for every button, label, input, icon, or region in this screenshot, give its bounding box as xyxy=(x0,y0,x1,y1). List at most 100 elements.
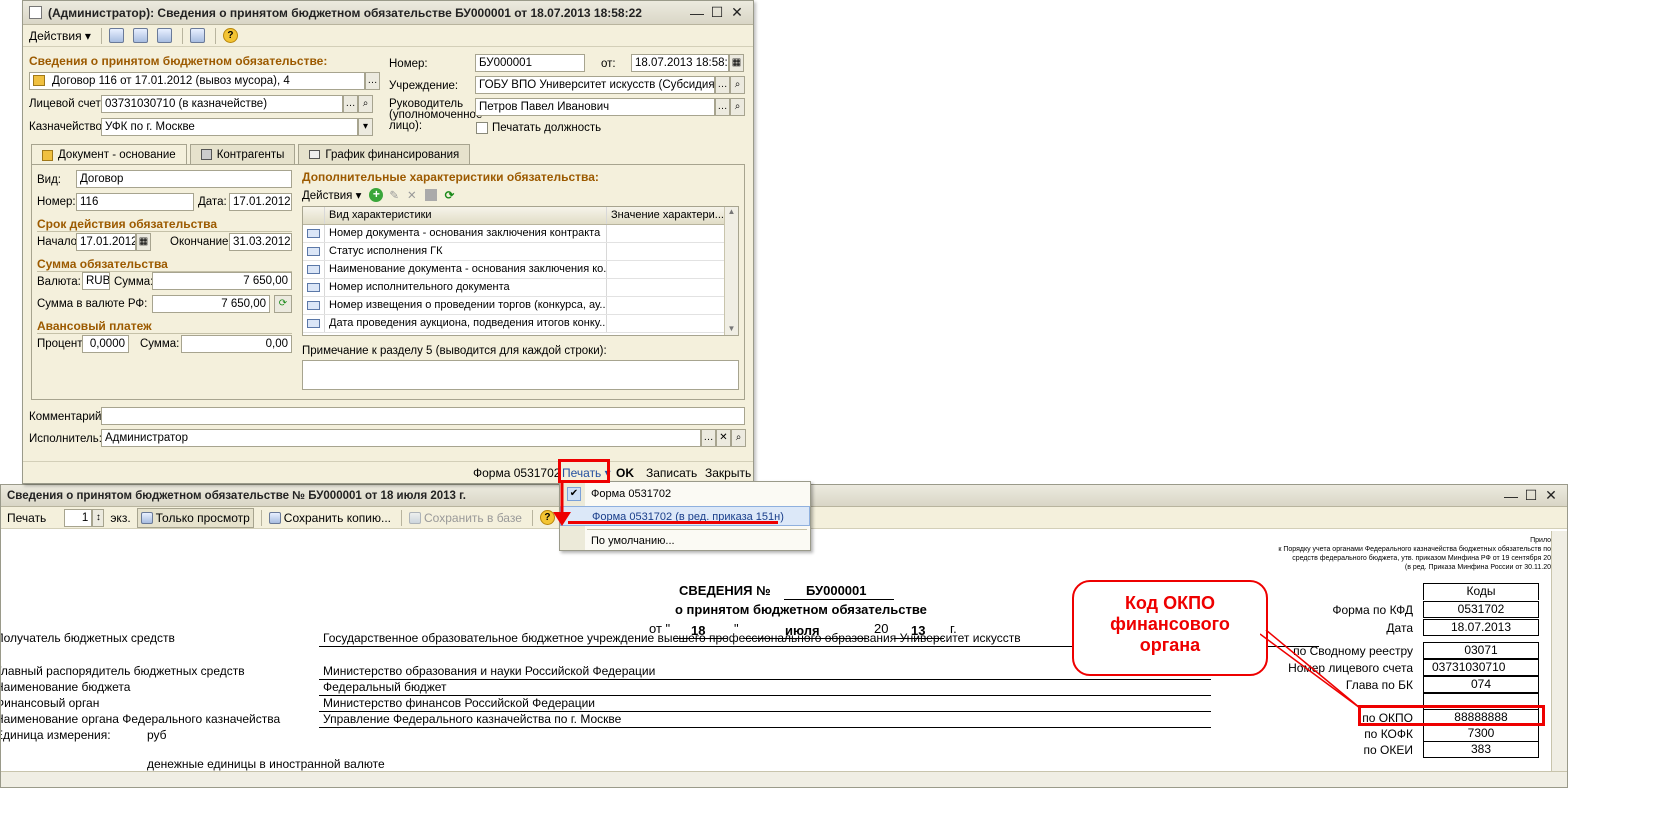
column-header-kind[interactable]: Вид характеристики xyxy=(325,207,607,224)
institution-select-button[interactable]: … xyxy=(715,76,730,94)
characteristic-icon xyxy=(307,301,320,310)
extra-actions-menu[interactable]: Действия ▾ xyxy=(302,188,361,202)
calendar-icon[interactable]: ▦ xyxy=(729,54,744,72)
row-value[interactable] xyxy=(607,304,738,308)
code-value: 074 xyxy=(1423,676,1539,693)
row-kind: Статус исполнения ГК xyxy=(325,243,607,260)
row-value[interactable] xyxy=(607,322,738,326)
head-select-button[interactable]: … xyxy=(715,98,730,116)
minimize-icon[interactable]: — xyxy=(1501,488,1521,504)
column-header-value[interactable]: Значение характери... xyxy=(607,207,738,224)
save-button[interactable]: Записать xyxy=(646,466,697,480)
save-icon[interactable] xyxy=(424,189,437,201)
edit-icon[interactable]: ✎ xyxy=(389,188,399,202)
currency-field[interactable]: RUB xyxy=(82,272,110,290)
minimize-icon[interactable]: — xyxy=(687,5,707,21)
form-title: (Администратор): Сведения о принятом бюд… xyxy=(48,5,642,20)
menu-item-form-0531702[interactable]: ✔ Форма 0531702 xyxy=(560,484,810,504)
maximize-icon[interactable]: ☐ xyxy=(1521,487,1541,504)
section-title: Сведения о принятом бюджетном обязательс… xyxy=(29,54,328,68)
table-icon xyxy=(309,150,321,159)
account-label: Лицевой счет: xyxy=(29,98,104,110)
advance-sum-field[interactable]: 0,00 xyxy=(181,335,292,353)
tab-document-basis[interactable]: Документ - основание xyxy=(31,144,187,165)
delete-icon[interactable]: ✕ xyxy=(407,188,417,202)
table-row[interactable]: Статус исполнения ГК xyxy=(303,243,738,261)
contract-select-button[interactable]: … xyxy=(365,72,380,90)
start-date-field[interactable]: 17.01.2012 xyxy=(76,233,136,251)
head-field[interactable]: Петров Павел Иванович xyxy=(475,98,715,116)
executor-select-button[interactable]: … xyxy=(701,429,716,447)
add-icon[interactable]: + xyxy=(369,188,384,202)
doc-row-value: Министерство финансов Российской Федерац… xyxy=(323,696,595,710)
post-icon[interactable] xyxy=(106,26,127,46)
institution-field[interactable]: ГОБУ ВПО Университет искусств (Субсидия) xyxy=(475,76,715,94)
end-date-field[interactable]: 31.03.2012 xyxy=(229,233,292,251)
row-value[interactable] xyxy=(607,232,738,236)
table-row[interactable]: Номер извещения о проведении торгов (кон… xyxy=(303,297,738,315)
term-section-title: Срок действия обязательства xyxy=(37,217,218,231)
account-field[interactable]: 03731030710 (в казначействе) xyxy=(101,95,343,113)
close-icon[interactable]: ✕ xyxy=(727,4,747,21)
executor-clear-icon[interactable]: ✕ xyxy=(716,429,731,447)
account-search-icon[interactable]: ⌕ xyxy=(358,95,373,113)
table-row[interactable]: Номер документа - основания заключения к… xyxy=(303,225,738,243)
form-title-bar: (Администратор): Сведения о принятом бюд… xyxy=(23,1,753,25)
executor-field[interactable]: Администратор xyxy=(101,429,701,447)
scroll-up-icon[interactable]: ▲ xyxy=(725,207,738,216)
characteristic-icon xyxy=(307,265,320,274)
note-field[interactable] xyxy=(302,360,739,390)
date-field[interactable]: 18.07.2013 18:58:22 xyxy=(631,54,729,72)
advance-section-title: Авансовый платеж xyxy=(37,319,152,333)
structure-icon[interactable] xyxy=(187,26,208,46)
treasury-field[interactable]: УФК по г. Москве xyxy=(101,118,358,136)
close-icon[interactable]: ✕ xyxy=(1541,487,1561,504)
chevron-down-icon[interactable]: ▾ xyxy=(358,118,373,136)
save-copy-button[interactable]: Сохранить копию... xyxy=(266,508,394,528)
comment-field[interactable] xyxy=(101,407,745,425)
table-scrollbar[interactable]: ▲ ▼ xyxy=(724,207,738,335)
doc-number-field[interactable]: 116 xyxy=(76,193,194,211)
row-value[interactable] xyxy=(607,268,738,272)
actions-menu-button[interactable]: Действия ▾ xyxy=(26,26,94,46)
executor-search-icon[interactable]: ⌕ xyxy=(731,429,746,447)
close-button[interactable]: Закрыть xyxy=(705,466,751,480)
view-only-toggle[interactable]: Только просмотр xyxy=(136,507,254,528)
menu-item-default[interactable]: По умолчанию... xyxy=(560,531,810,551)
percent-field[interactable]: 0,0000 xyxy=(82,335,129,353)
row-value[interactable] xyxy=(607,286,738,290)
table-header: Вид характеристики Значение характери... xyxy=(303,207,738,225)
print-position-checkbox[interactable] xyxy=(476,122,488,134)
number-field[interactable]: БУ000001 xyxy=(475,54,585,72)
save-to-db-button[interactable]: Сохранить в базе xyxy=(406,508,525,528)
copies-stepper[interactable]: ↕ xyxy=(92,508,105,527)
institution-search-icon[interactable]: ⌕ xyxy=(730,76,745,94)
doc-date-field[interactable]: 17.01.2012 xyxy=(229,193,292,211)
table-row[interactable]: Наименование документа - основания заклю… xyxy=(303,261,738,279)
copy-icon[interactable] xyxy=(154,26,175,46)
refresh-icon[interactable] xyxy=(130,26,151,46)
head-search-icon[interactable]: ⌕ xyxy=(730,98,745,116)
recalculate-icon[interactable]: ⟳ xyxy=(274,295,292,313)
ok-button[interactable]: OK xyxy=(616,466,634,480)
maximize-icon[interactable]: ☐ xyxy=(707,4,727,21)
sum-field[interactable]: 7 650,00 xyxy=(152,272,292,290)
help-icon[interactable]: ? xyxy=(220,26,241,46)
contract-field[interactable]: Договор 116 от 17.01.2012 (вывоз мусора)… xyxy=(29,72,365,90)
tab-financing-schedule[interactable]: График финансирования xyxy=(298,144,471,164)
table-row[interactable]: Дата проведения аукциона, подведения ито… xyxy=(303,315,738,333)
kind-field[interactable]: Договор xyxy=(76,170,292,188)
account-select-button[interactable]: … xyxy=(343,95,358,113)
start-calendar-icon[interactable]: ▦ xyxy=(136,233,151,251)
tab-counterparties[interactable]: Контрагенты xyxy=(189,144,296,164)
row-kind: Номер документа - основания заключения к… xyxy=(325,225,607,242)
vertical-scrollbar[interactable] xyxy=(1551,531,1567,771)
copies-field[interactable]: 1 xyxy=(64,508,93,527)
print-button[interactable]: Печать xyxy=(4,508,49,528)
table-row[interactable]: Номер исполнительного документа xyxy=(303,279,738,297)
horizontal-scrollbar[interactable] xyxy=(1,771,1567,787)
sum-rub-field[interactable]: 7 650,00 xyxy=(152,295,270,313)
row-value[interactable] xyxy=(607,250,738,254)
refresh-icon[interactable]: ⟳ xyxy=(445,188,455,202)
scroll-down-icon[interactable]: ▼ xyxy=(725,324,738,333)
